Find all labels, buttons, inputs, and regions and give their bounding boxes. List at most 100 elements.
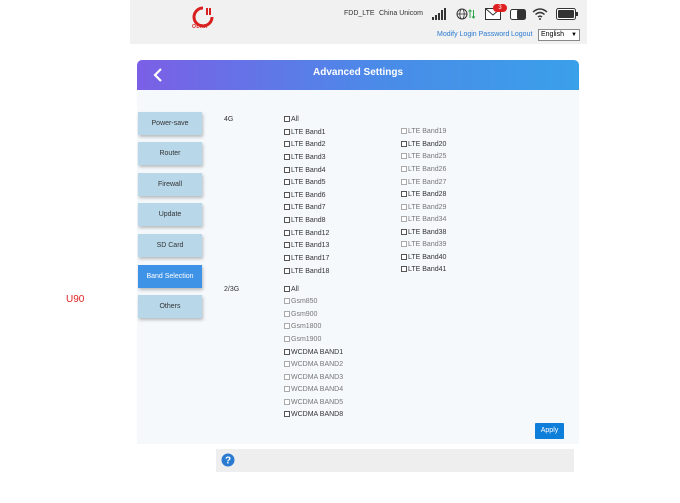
- band-option[interactable]: LTE Band3: [284, 154, 326, 161]
- checkbox[interactable]: [284, 298, 290, 304]
- checkbox[interactable]: [284, 129, 290, 135]
- band-option[interactable]: LTE Band40: [401, 254, 446, 261]
- checkbox[interactable]: [284, 286, 290, 292]
- modify-password-link[interactable]: Modify Login Password: [437, 31, 509, 38]
- band-option[interactable]: LTE Band38: [401, 229, 446, 236]
- checkbox[interactable]: [284, 374, 290, 380]
- checkbox[interactable]: [284, 399, 290, 405]
- checkbox[interactable]: [284, 268, 290, 274]
- band-option[interactable]: LTE Band6: [284, 192, 326, 199]
- checkbox[interactable]: [284, 336, 290, 342]
- checkbox[interactable]: [284, 192, 290, 198]
- checkbox[interactable]: [284, 204, 290, 210]
- checkbox[interactable]: [284, 167, 290, 173]
- band-option[interactable]: WCDMA BAND4: [284, 386, 343, 393]
- help-icon[interactable]: ?: [221, 453, 235, 467]
- band-label: WCDMA BAND5: [291, 399, 344, 406]
- checkbox[interactable]: [284, 349, 290, 355]
- band-option[interactable]: LTE Band8: [284, 217, 326, 224]
- band-label: LTE Band41: [408, 266, 447, 273]
- menu-power-save[interactable]: Power-save: [138, 112, 202, 135]
- band-label: LTE Band17: [291, 255, 330, 262]
- menu-sd-card[interactable]: SD Card: [138, 234, 202, 257]
- checkbox[interactable]: [401, 179, 407, 185]
- checkbox[interactable]: [401, 216, 407, 222]
- checkbox[interactable]: [401, 166, 407, 172]
- apply-button[interactable]: Apply: [535, 423, 564, 439]
- band-label: WCDMA BAND8: [291, 411, 344, 418]
- checkbox[interactable]: [401, 153, 407, 159]
- band-option[interactable]: LTE Band27: [401, 179, 446, 186]
- checkbox[interactable]: [401, 128, 407, 134]
- band-option[interactable]: WCDMA BAND1: [284, 349, 343, 356]
- band-option[interactable]: WCDMA BAND5: [284, 399, 343, 406]
- band-option[interactable]: LTE Band7: [284, 204, 326, 211]
- checkbox[interactable]: [284, 242, 290, 248]
- checkbox[interactable]: [401, 141, 407, 147]
- band-label: LTE Band19: [408, 128, 447, 135]
- band-option[interactable]: LTE Band18: [284, 268, 329, 275]
- checkbox[interactable]: [284, 311, 290, 317]
- checkbox[interactable]: [401, 254, 407, 260]
- band-label: WCDMA BAND4: [291, 386, 344, 393]
- band-option[interactable]: Gsm900: [284, 311, 317, 318]
- band-option[interactable]: LTE Band5: [284, 179, 326, 186]
- band-option[interactable]: LTE Band20: [401, 141, 446, 148]
- band-label: LTE Band4: [291, 167, 326, 174]
- checkbox[interactable]: [284, 361, 290, 367]
- band-option[interactable]: WCDMA BAND8: [284, 411, 343, 418]
- menu-router[interactable]: Router: [138, 142, 202, 165]
- checkbox[interactable]: [284, 255, 290, 261]
- band-label: WCDMA BAND2: [291, 361, 344, 368]
- band-option[interactable]: LTE Band29: [401, 204, 446, 211]
- checkbox[interactable]: [284, 323, 290, 329]
- band-option[interactable]: LTE Band19: [401, 128, 446, 135]
- checkbox[interactable]: [284, 141, 290, 147]
- checkbox[interactable]: [284, 411, 290, 417]
- band-option[interactable]: LTE Band39: [401, 241, 446, 248]
- band-option[interactable]: All: [284, 116, 299, 123]
- checkbox[interactable]: [284, 230, 290, 236]
- logout-link[interactable]: Logout: [511, 31, 532, 38]
- checkbox[interactable]: [401, 204, 407, 210]
- band-option[interactable]: Gsm850: [284, 298, 317, 305]
- band-option[interactable]: LTE Band25: [401, 153, 446, 160]
- checkbox[interactable]: [284, 154, 290, 160]
- band-option[interactable]: All: [284, 286, 299, 293]
- band-option[interactable]: LTE Band13: [284, 242, 329, 249]
- band-option[interactable]: LTE Band26: [401, 166, 446, 173]
- band-option[interactable]: LTE Band28: [401, 191, 446, 198]
- band-label: LTE Band20: [408, 141, 447, 148]
- band-label: LTE Band5: [291, 179, 326, 186]
- svg-text:?: ?: [225, 456, 231, 467]
- band-label: LTE Band28: [408, 191, 447, 198]
- band-option[interactable]: Gsm1900: [284, 336, 321, 343]
- language-select[interactable]: English ▼: [538, 29, 580, 41]
- band-option[interactable]: LTE Band1: [284, 129, 326, 136]
- band-option[interactable]: LTE Band12: [284, 230, 329, 237]
- menu-band-selection[interactable]: Band Selection: [138, 265, 202, 288]
- band-option[interactable]: WCDMA BAND3: [284, 374, 343, 381]
- menu-update[interactable]: Update: [138, 203, 202, 226]
- band-option[interactable]: LTE Band17: [284, 255, 329, 262]
- checkbox[interactable]: [401, 266, 407, 272]
- checkbox[interactable]: [401, 191, 407, 197]
- checkbox[interactable]: [284, 179, 290, 185]
- menu-others[interactable]: Others: [138, 295, 202, 318]
- checkbox[interactable]: [401, 229, 407, 235]
- globe-data-icon[interactable]: [456, 8, 476, 20]
- checkbox[interactable]: [401, 241, 407, 247]
- checkbox[interactable]: [284, 386, 290, 392]
- checkbox[interactable]: [284, 116, 290, 122]
- band-label: WCDMA BAND3: [291, 374, 344, 381]
- band-label: LTE Band6: [291, 192, 326, 199]
- page-title: Advanced Settings: [312, 67, 404, 78]
- menu-firewall[interactable]: Firewall: [138, 173, 202, 196]
- band-option[interactable]: LTE Band34: [401, 216, 446, 223]
- band-option[interactable]: Gsm1800: [284, 323, 321, 330]
- checkbox[interactable]: [284, 217, 290, 223]
- band-option[interactable]: LTE Band4: [284, 167, 326, 174]
- band-option[interactable]: LTE Band41: [401, 266, 446, 273]
- band-option[interactable]: WCDMA BAND2: [284, 361, 343, 368]
- band-option[interactable]: LTE Band2: [284, 141, 326, 148]
